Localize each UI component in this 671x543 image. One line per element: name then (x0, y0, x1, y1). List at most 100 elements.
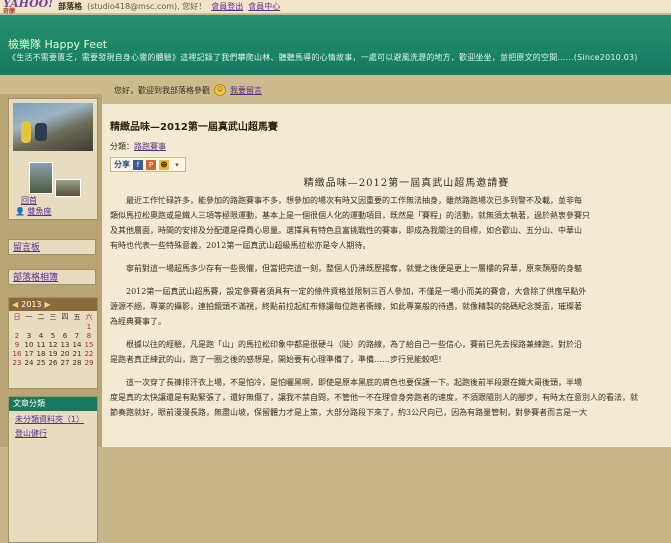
weekday-label: 日 (13, 313, 21, 321)
facebook-icon[interactable]: f (133, 159, 143, 170)
category-item[interactable]: 登山健行 (9, 425, 97, 439)
article-paragraphs: 最近工作忙碌許多，能參加的路跑賽事不多，想參加的場次有時又因重要的工作無法抽身，… (102, 193, 671, 420)
calendar: ◀ 2013 ▶ 日一二三四五六 1 2 3 4 5 6 7 8 9 10 11 12 13 14 15 16 1… (8, 297, 98, 389)
prev-month-icon[interactable]: ◀ (12, 300, 18, 309)
hiker-figure (21, 121, 31, 143)
article-line: 根據以往的經驗，凡是跑「山」的馬拉松印象中都是很硬斗（陡）的路線，為了給自己一些… (110, 340, 582, 349)
calendar-day[interactable]: 15 (83, 341, 95, 349)
album-button[interactable]: 部落格相簿 (8, 269, 96, 285)
calendar-day (35, 323, 47, 331)
calendar-day[interactable]: 2 (11, 332, 23, 340)
category-item[interactable]: 未分類資料夾（1） (9, 411, 97, 425)
profile-box: 回首 👤 雙魚座 (8, 98, 98, 220)
calendar-day[interactable]: 3 (23, 332, 35, 340)
member-center-link[interactable]: 會員中心 (248, 1, 280, 12)
category-link[interactable]: 路跑賽事 (134, 142, 166, 151)
section-name: 部落格 (58, 2, 83, 11)
next-year-icon[interactable]: ▶ (45, 300, 51, 309)
calendar-day[interactable]: 23 (11, 359, 23, 367)
blog-header: 檢樂隊 Happy Feet 《生活不需要匱乏，需要發現自身心靈的體驗》這裡記錄… (0, 15, 671, 75)
post-area: 精緻品味—2012第一屆真武山超馬賽 分類：路跑賽事 分享 f P ☻ ▾ 精緻… (102, 104, 671, 447)
weekday-label: 三 (49, 313, 57, 321)
profile-name-text: 雙魚座 (27, 207, 52, 216)
sidebar: 回首 👤 雙魚座 留言板 部落格相簿 ◀ 2013 ▶ 日一二三四五六12345… (0, 94, 102, 543)
article-paragraph: 最近工作忙碌許多，能參加的路跑賽事不多，想參加的場次有時又因重要的工作無法抽身，… (102, 193, 671, 253)
calendar-day[interactable]: 16 (11, 350, 23, 358)
article-paragraph: 2012第一屆真武山超馬賽，設定參賽者須具有一定的條件資格並限制三百人參加，不僅… (102, 284, 671, 329)
calendar-day (59, 323, 71, 331)
weekday-label: 二 (37, 313, 45, 321)
calendar-grid: 日一二三四五六 1 2 3 4 5 6 7 8 9 10 11 12 13 14 15 16 17 18 19 20 21… (9, 311, 97, 368)
emoji-icon[interactable]: ☻ (159, 159, 169, 170)
hiker-figure (35, 123, 47, 141)
calendar-day (11, 323, 23, 331)
calendar-day[interactable]: 24 (23, 359, 35, 367)
calendar-day (71, 323, 83, 331)
calendar-day[interactable]: 29 (83, 359, 95, 367)
logout-link[interactable]: 會員登出 (211, 1, 243, 12)
yahoo-logo[interactable]: YAHOO! 奇摩 (3, 0, 53, 15)
blog-title[interactable]: 檢樂隊 Happy Feet (8, 36, 107, 52)
article-line: 及其他層面，時間的安排及分配還是得費心思量。選擇具有特色且富挑戰性的賽事，即成為… (110, 226, 582, 235)
calendar-day[interactable]: 6 (59, 332, 71, 340)
article-line: 2012第一屆真武山超馬賽，設定參賽者須具有一定的條件資格並限制三百人參加，不僅… (110, 287, 587, 296)
calendar-day[interactable]: 10 (23, 341, 35, 349)
avatar-thumbnail[interactable] (55, 179, 81, 197)
weekday-label: 五 (73, 313, 81, 321)
category-box: 文章分類 未分類資料夾（1） 登山健行 (8, 396, 98, 543)
top-bar: YAHOO! 奇摩 部落格 (studio418@msc.com), 您好！ 會員… (0, 0, 671, 15)
avatar[interactable] (29, 162, 53, 194)
weekday-label: 六 (85, 313, 93, 321)
leave-message-link[interactable]: 我要留言 (230, 85, 262, 96)
calendar-day[interactable]: 5 (47, 332, 59, 340)
calendar-day[interactable]: 7 (71, 332, 83, 340)
user-icon: 👤 (15, 207, 25, 216)
calendar-day[interactable]: 28 (71, 359, 83, 367)
article-heading: 精緻品味—2012第一屆真武山超馬邀請賽 (303, 178, 510, 189)
calendar-day[interactable]: 22 (83, 350, 95, 358)
weekday-label: 四 (61, 313, 69, 321)
calendar-day[interactable]: 14 (71, 341, 83, 349)
plurk-icon[interactable]: P (146, 159, 156, 170)
calendar-day (47, 323, 59, 331)
calendar-day[interactable]: 27 (59, 359, 71, 367)
article-paragraph: 這一次穿了長褲排汗衣上場，不是怕冷，是怕曬黑啊，即使是原本黑底的膚色也要保護一下… (102, 375, 671, 420)
calendar-day[interactable]: 12 (47, 341, 59, 349)
article-line: 有時也代表一些特殊意義，2012第一屆真武山超級馬拉松亦是令人期待。 (110, 241, 371, 250)
calendar-day[interactable]: 21 (71, 350, 83, 358)
calendar-day[interactable]: 4 (35, 332, 47, 340)
article-line: 節奏跑就好，眼前漫漫長路，無盡山坡，保留體力才是上策，大部分路段下來了，約3公尺… (110, 408, 588, 417)
article-line: 為經典賽事了。 (110, 317, 166, 326)
home-link[interactable]: 回首 (21, 195, 37, 206)
profile-name[interactable]: 👤 雙魚座 (15, 206, 52, 217)
welcome-text: 您好，歡迎到我部落格參觀 (114, 85, 210, 95)
share-bar: 分享 f P ☻ ▾ (110, 157, 186, 172)
category-title: 文章分類 (9, 397, 97, 411)
calendar-year: 2013 (21, 300, 42, 309)
calendar-day[interactable]: 11 (35, 341, 47, 349)
weekday-label: 一 (25, 313, 33, 321)
calendar-day[interactable]: 9 (11, 341, 23, 349)
calendar-day[interactable]: 20 (59, 350, 71, 358)
calendar-day[interactable]: 25 (35, 359, 47, 367)
calendar-day[interactable]: 17 (23, 350, 35, 358)
calendar-day[interactable]: 1 (83, 323, 95, 331)
user-greeting: (studio418@msc.com), 您好！ (87, 2, 207, 11)
post-title[interactable]: 精緻品味—2012第一屆真武山超馬賽 (110, 118, 278, 133)
category-label: 分類： (110, 142, 134, 151)
calendar-day[interactable]: 18 (35, 350, 47, 358)
calendar-day[interactable]: 8 (83, 332, 95, 340)
dropdown-icon[interactable]: ▾ (172, 160, 182, 170)
profile-photo[interactable] (13, 103, 93, 151)
article-line: 類似馬拉松奧跑或是鐵人三項等極限運動，基本上是一個很個人化的運動項目，既然是「賽… (110, 211, 590, 220)
calendar-day[interactable]: 19 (47, 350, 59, 358)
calendar-day[interactable]: 13 (59, 341, 71, 349)
guestbook-button[interactable]: 留言板 (8, 239, 96, 255)
article-paragraph: 寧前對這一場超馬多少存有一些畏懼，但當把完這一刻，整個人仍沸既歷揚奪，就覺之後便… (102, 261, 671, 276)
article-line: 度是真的太快讓還是有點緊張了，還好無傷了，讓我不禁自問，不管他一不在理會身旁跑者… (110, 393, 638, 402)
calendar-day[interactable]: 26 (47, 359, 59, 367)
post-category: 分類：路跑賽事 (110, 141, 166, 152)
blog-description: 《生活不需要匱乏，需要發現自身心靈的體驗》這裡記錄了我們攀爬山林、聽聽馬導的心情… (8, 53, 638, 62)
article-line: 是跑者真正練武的山，跑了一圈之後的感想是，開始要有心理準備了，準備……步行見能較… (110, 355, 446, 364)
calendar-header: ◀ 2013 ▶ (9, 298, 97, 311)
